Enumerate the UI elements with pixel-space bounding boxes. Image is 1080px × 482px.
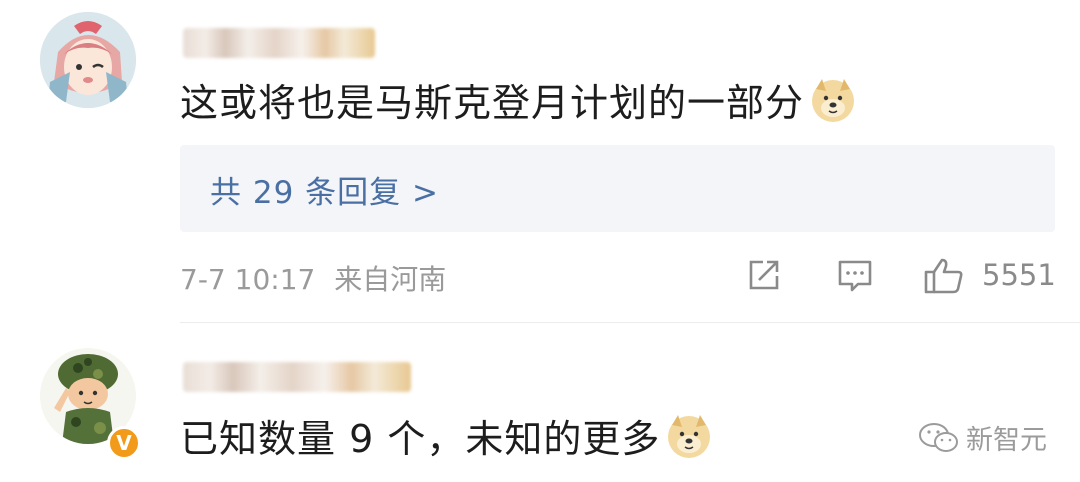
avatar-girl-icon: [40, 12, 136, 108]
wechat-icon: [919, 422, 958, 452]
watermark-text: 新智元: [966, 425, 1047, 456]
share-icon: [749, 260, 779, 290]
comment-source: 来自河南: [334, 263, 447, 296]
comment-meta: 7-7 10:17 来自河南: [180, 258, 446, 298]
comment-icon: [838, 260, 872, 292]
like-button[interactable]: [922, 256, 966, 300]
replies-label[interactable]: 共 29 条回复 >: [210, 167, 439, 212]
avatar[interactable]: [40, 12, 136, 108]
comment-text-row: 这或将也是马斯克登月计划的一部分: [180, 72, 856, 127]
comment-text: 已知数量 9 个，未知的更多: [180, 417, 661, 461]
comment-text: 这或将也是马斯克登月计划的一部分: [180, 81, 805, 125]
verified-badge: V: [107, 426, 141, 460]
doge-emoji-icon: [668, 414, 711, 458]
comment-text-row: 已知数量 9 个，未知的更多: [180, 408, 712, 463]
replies-link[interactable]: 共 29 条回复 >: [180, 145, 1055, 232]
username-blurred[interactable]: [183, 362, 411, 392]
thumbs-up-icon: [924, 258, 963, 294]
divider: [180, 322, 1080, 323]
doge-emoji-icon: [812, 78, 855, 122]
username-blurred[interactable]: [183, 28, 375, 58]
watermark: 新智元: [918, 418, 1047, 457]
comment-button[interactable]: [836, 256, 874, 298]
comment-date: 7-7 10:17: [180, 263, 316, 296]
like-count: 5551: [982, 258, 1056, 292]
share-button[interactable]: [745, 256, 783, 298]
